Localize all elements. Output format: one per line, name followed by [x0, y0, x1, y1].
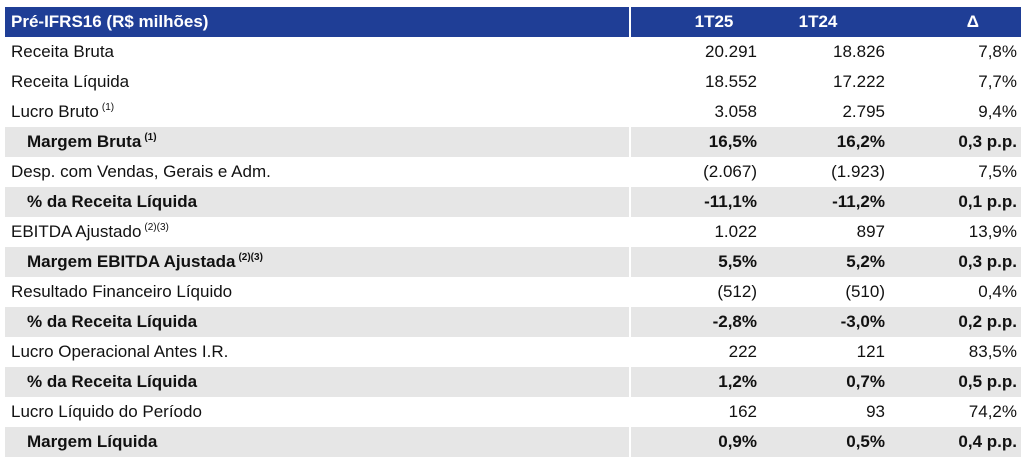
value-delta: 9,4% — [978, 102, 1017, 121]
value-1t24: -3,0% — [761, 307, 891, 337]
value-1t25: 20.291 — [705, 42, 757, 61]
footnote-marker: (1) — [144, 132, 157, 144]
value-1t24: 5,2% — [761, 247, 891, 277]
value-delta: 0,2 p.p. — [891, 307, 1021, 337]
value-delta: 0,5 p.p. — [891, 367, 1021, 397]
footnote-marker: (1) — [101, 102, 115, 114]
value-1t24: 0,7% — [761, 367, 891, 397]
row-label-cell: Margem Bruta (1) — [5, 127, 629, 157]
value-1t25: 0,9% — [631, 427, 761, 457]
value-delta: 0,1 p.p. — [891, 187, 1021, 217]
row-label: Receita Líquida — [11, 72, 130, 91]
value-1t25: 16,5% — [631, 127, 761, 157]
value-delta: 0,4% — [978, 282, 1017, 301]
table-row: EBITDA Ajustado (2)(3) 1.022 897 13,9% — [5, 217, 1021, 247]
value-1t25: 5,5% — [631, 247, 761, 277]
financial-table: Pré-IFRS16 (R$ milhões) 1T25 1T24 Δ Rece… — [5, 7, 1021, 457]
value-delta: 0,3 p.p. — [891, 127, 1021, 157]
row-label-cell: Lucro Bruto (1) — [5, 97, 629, 127]
table-row: Margem Bruta (1) 16,5% 16,2% 0,3 p.p. — [5, 127, 1021, 157]
header-title: Pré-IFRS16 (R$ milhões) — [5, 7, 629, 37]
value-1t24: 121 — [856, 342, 885, 361]
value-1t24: 0,5% — [761, 427, 891, 457]
table-row: Resultado Financeiro Líquido (512) (510) 0,… — [5, 277, 1021, 307]
table-body: Receita Bruta 20.291 18.826 7,8% Receita Líq… — [5, 37, 1021, 457]
row-label: Lucro Operacional Antes I.R. — [11, 342, 229, 361]
value-delta: 7,8% — [978, 42, 1017, 61]
value-delta: 7,7% — [978, 72, 1017, 91]
footnote-marker: (2)(3) — [238, 252, 263, 264]
value-1t24: (1.923) — [831, 162, 885, 181]
value-1t25: 222 — [728, 342, 757, 361]
table-row: Margem EBITDA Ajustada (2)(3) 5,5% 5,2% 0,3 … — [5, 247, 1021, 277]
value-delta: 7,5% — [978, 162, 1017, 181]
value-1t24: 18.826 — [833, 42, 885, 61]
table-header: Pré-IFRS16 (R$ milhões) 1T25 1T24 Δ — [5, 7, 1021, 37]
footnote-marker: (2)(3) — [144, 222, 169, 234]
table-row: Lucro Operacional Antes I.R. 222 121 83,5% — [5, 337, 1021, 367]
value-1t25: (512) — [717, 282, 757, 301]
row-label-cell: Receita Bruta — [5, 37, 629, 67]
row-label-cell: Margem EBITDA Ajustada (2)(3) — [5, 247, 629, 277]
row-label: Lucro Bruto — [11, 102, 99, 121]
value-delta: 13,9% — [968, 222, 1017, 241]
row-label-cell: % da Receita Líquida — [5, 307, 629, 337]
value-1t25: -11,1% — [631, 187, 761, 217]
row-label: Receita Bruta — [11, 42, 114, 61]
value-delta: 74,2% — [968, 402, 1017, 421]
value-1t25: (2.067) — [703, 162, 757, 181]
value-1t24: -11,2% — [761, 187, 891, 217]
header-row: Pré-IFRS16 (R$ milhões) 1T25 1T24 Δ — [5, 7, 1021, 37]
row-label: % da Receita Líquida — [27, 192, 198, 211]
value-1t24: 16,2% — [761, 127, 891, 157]
row-label: Desp. com Vendas, Gerais e Adm. — [11, 162, 271, 181]
row-label: % da Receita Líquida — [27, 372, 198, 391]
row-label: Resultado Financeiro Líquido — [11, 282, 233, 301]
row-label-cell: Receita Líquida — [5, 67, 629, 97]
row-label: Margem Bruta — [27, 132, 142, 151]
table-row: % da Receita Líquida -2,8% -3,0% 0,2 p.p. — [5, 307, 1021, 337]
row-label: % da Receita Líquida — [27, 312, 198, 331]
value-1t25: 162 — [728, 402, 757, 421]
header-col-1t25: 1T25 — [631, 7, 761, 37]
row-label: Margem EBITDA Ajustada — [27, 252, 236, 271]
value-1t24: 897 — [856, 222, 885, 241]
row-label-cell: Lucro Líquido do Período — [5, 397, 629, 427]
row-label: Margem Líquida — [27, 432, 158, 451]
value-delta: 83,5% — [968, 342, 1017, 361]
row-label-cell: Lucro Operacional Antes I.R. — [5, 337, 629, 367]
value-1t24: (510) — [845, 282, 885, 301]
value-1t25: 18.552 — [705, 72, 757, 91]
row-label-cell: Desp. com Vendas, Gerais e Adm. — [5, 157, 629, 187]
table-row: Desp. com Vendas, Gerais e Adm. (2.067) (1… — [5, 157, 1021, 187]
table-row: Receita Bruta 20.291 18.826 7,8% — [5, 37, 1021, 67]
value-1t25: -2,8% — [631, 307, 761, 337]
table-row: % da Receita Líquida 1,2% 0,7% 0,5 p.p. — [5, 367, 1021, 397]
value-1t24: 93 — [866, 402, 885, 421]
value-1t24: 17.222 — [833, 72, 885, 91]
row-label-cell: EBITDA Ajustado (2)(3) — [5, 217, 629, 247]
row-label-cell: % da Receita Líquida — [5, 187, 629, 217]
value-1t25: 3.058 — [714, 102, 757, 121]
row-label-cell: % da Receita Líquida — [5, 367, 629, 397]
row-label: EBITDA Ajustado — [11, 222, 142, 241]
table-row: Lucro Líquido do Período 162 93 74,2% — [5, 397, 1021, 427]
row-label-cell: Resultado Financeiro Líquido — [5, 277, 629, 307]
table-row: % da Receita Líquida -11,1% -11,2% 0,1 p.p. — [5, 187, 1021, 217]
value-1t25: 1,2% — [631, 367, 761, 397]
table-row: Lucro Bruto (1) 3.058 2.795 9,4% — [5, 97, 1021, 127]
table-row: Margem Líquida 0,9% 0,5% 0,4 p.p. — [5, 427, 1021, 457]
value-delta: 0,3 p.p. — [891, 247, 1021, 277]
row-label-cell: Margem Líquida — [5, 427, 629, 457]
value-delta: 0,4 p.p. — [891, 427, 1021, 457]
row-label: Lucro Líquido do Período — [11, 402, 202, 421]
header-col-1t24: 1T24 — [761, 7, 891, 37]
value-1t25: 1.022 — [714, 222, 757, 241]
table-row: Receita Líquida 18.552 17.222 7,7% — [5, 67, 1021, 97]
value-1t24: 2.795 — [842, 102, 885, 121]
header-col-delta: Δ — [891, 7, 1021, 37]
